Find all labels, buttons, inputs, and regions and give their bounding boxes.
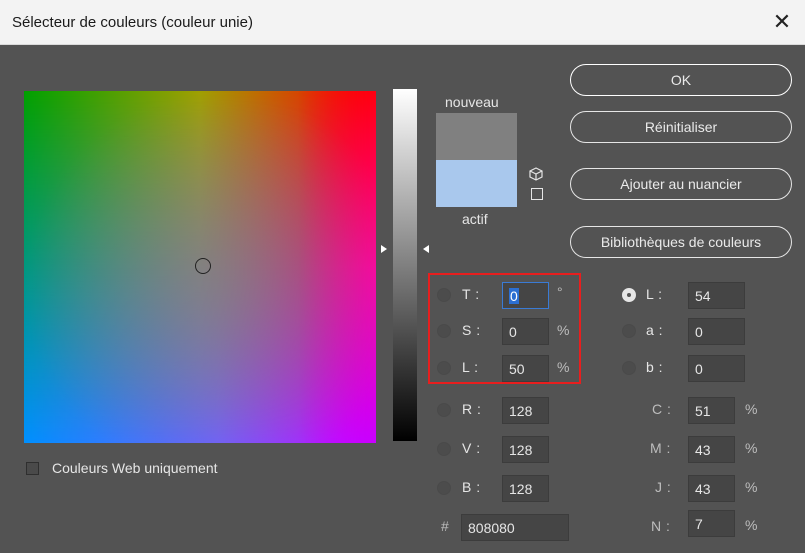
lightness-unit: %	[557, 359, 570, 375]
hue-value: 0	[509, 288, 519, 304]
web-colors-only-label: Couleurs Web uniquement	[52, 460, 218, 476]
green-radio[interactable]	[437, 442, 451, 456]
hue-radio[interactable]	[437, 288, 451, 302]
reset-button[interactable]: Réinitialiser	[570, 111, 792, 143]
current-color-swatch[interactable]	[436, 160, 517, 207]
hex-input[interactable]: 808080	[461, 514, 569, 541]
web-colors-only-checkbox[interactable]	[26, 462, 39, 475]
hue-input[interactable]: 0	[502, 282, 549, 309]
ok-button[interactable]: OK	[570, 64, 792, 96]
green-input[interactable]: 128	[502, 436, 549, 463]
yellow-unit: %	[745, 479, 758, 495]
magenta-input[interactable]: 43	[688, 436, 735, 463]
black-unit: %	[745, 517, 758, 533]
lab-l-radio[interactable]	[622, 288, 636, 302]
red-radio[interactable]	[437, 403, 451, 417]
blue-input[interactable]: 128	[502, 475, 549, 502]
lab-b-input[interactable]: 0	[688, 355, 745, 382]
cyan-unit: %	[745, 401, 758, 417]
new-color-swatch	[436, 113, 517, 160]
black-label: N :	[651, 518, 671, 534]
gamut-cube-icon[interactable]	[529, 167, 543, 181]
current-color-label: actif	[462, 211, 488, 227]
close-icon[interactable]: ✕	[759, 0, 805, 44]
hex-label: #	[441, 518, 450, 534]
red-label: R :	[462, 401, 482, 417]
magenta-label: M :	[650, 440, 671, 456]
saturation-radio[interactable]	[437, 324, 451, 338]
saturation-input[interactable]: 0	[502, 318, 549, 345]
black-input[interactable]: 7	[688, 510, 735, 537]
slider-handle-left-icon[interactable]	[381, 245, 387, 253]
lab-l-input[interactable]: 54	[688, 282, 745, 309]
lab-l-label: L :	[646, 286, 663, 302]
magenta-unit: %	[745, 440, 758, 456]
cyan-label: C :	[652, 401, 672, 417]
lab-a-label: a :	[646, 322, 664, 338]
saturation-unit: %	[557, 322, 570, 338]
yellow-label: J :	[655, 479, 672, 495]
lab-a-input[interactable]: 0	[688, 318, 745, 345]
new-color-label: nouveau	[445, 94, 499, 110]
blue-label: B :	[462, 479, 481, 495]
red-input[interactable]: 128	[502, 397, 549, 424]
lab-b-label: b :	[646, 359, 664, 375]
cyan-input[interactable]: 51	[688, 397, 735, 424]
blue-radio[interactable]	[437, 481, 451, 495]
add-to-swatches-button[interactable]: Ajouter au nuancier	[570, 168, 792, 200]
lightness-label: L :	[462, 359, 479, 375]
hue-unit: °	[557, 284, 563, 300]
lightness-radio[interactable]	[437, 361, 451, 375]
lab-b-radio[interactable]	[622, 361, 636, 375]
brightness-slider[interactable]	[393, 89, 417, 441]
saturation-label: S :	[462, 322, 481, 338]
websafe-square-icon[interactable]	[531, 188, 543, 200]
color-field-marker[interactable]	[195, 258, 211, 274]
lightness-input[interactable]: 50	[502, 355, 549, 382]
yellow-input[interactable]: 43	[688, 475, 735, 502]
slider-handle-right-icon[interactable]	[423, 245, 429, 253]
green-label: V :	[462, 440, 481, 456]
hue-label: T :	[462, 286, 480, 302]
color-libraries-button[interactable]: Bibliothèques de couleurs	[570, 226, 792, 258]
lab-a-radio[interactable]	[622, 324, 636, 338]
window-title: Sélecteur de couleurs (couleur unie)	[12, 14, 253, 31]
title-bar: Sélecteur de couleurs (couleur unie) ✕	[0, 0, 805, 45]
